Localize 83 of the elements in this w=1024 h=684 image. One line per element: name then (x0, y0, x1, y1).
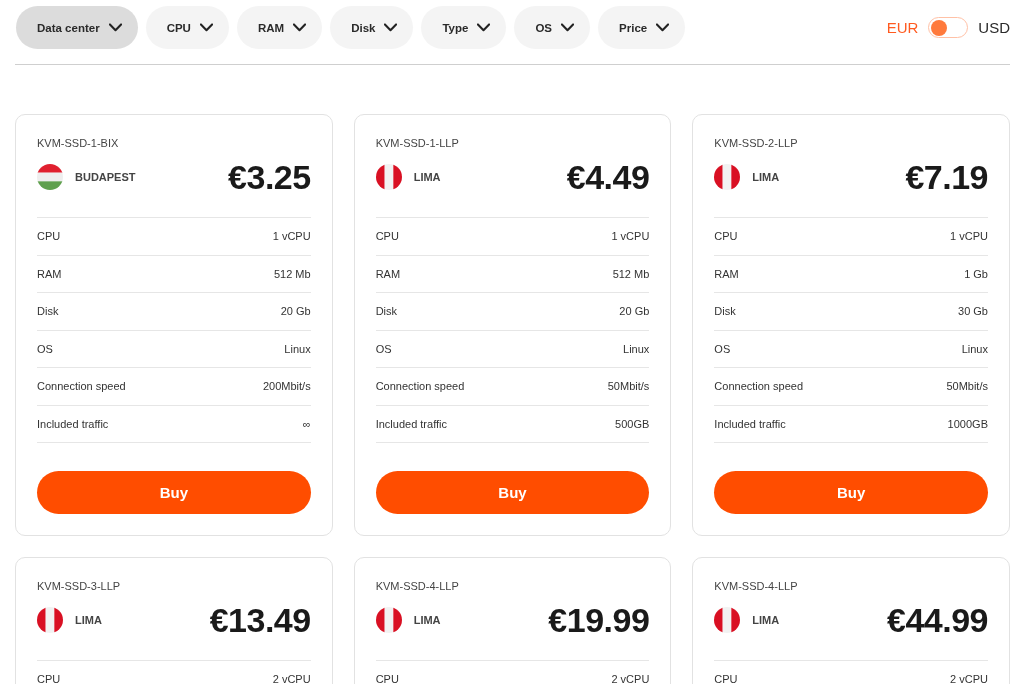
currency-toggle[interactable] (928, 17, 969, 38)
location-label: BUDAPEST (75, 171, 136, 183)
spec-value: ∞ (302, 417, 311, 430)
spec-label: Connection speed (37, 380, 126, 393)
filter-dropdown[interactable]: CPU (145, 6, 229, 49)
spec-value: 2 vCPU (611, 673, 650, 684)
flag-icon (375, 164, 402, 190)
price-text: €19.99 (548, 600, 650, 641)
location-label: LIMA (752, 171, 780, 183)
filter-dropdown[interactable]: Price (598, 6, 686, 49)
spec-label: Included traffic (375, 417, 447, 430)
chevron-down-icon (656, 23, 670, 32)
spec-value: 1 vCPU (272, 230, 311, 243)
filter-dropdown[interactable]: Type (421, 6, 507, 49)
plan-name: KVM-SSD-1-LLP (375, 136, 460, 150)
spec-label: CPU (714, 230, 738, 243)
chevron-down-icon (108, 23, 122, 32)
flag-icon (375, 607, 402, 633)
price-text: €4.49 (566, 157, 650, 198)
spec-value: 512 Mb (273, 267, 311, 280)
spec-label: OS (375, 342, 392, 355)
location-label: LIMA (75, 614, 102, 626)
chevron-down-icon (293, 23, 307, 32)
spec-value: Linux (284, 342, 311, 355)
spec-label: Included traffic (37, 417, 109, 430)
plan-name: KVM-SSD-3-LLP (37, 579, 122, 593)
location-label: LIMA (413, 171, 441, 183)
spec-label: Connection speed (714, 380, 803, 393)
spec-value: 30 Gb (958, 305, 988, 318)
currency-label[interactable]: USD (978, 19, 1010, 36)
filter-dropdown[interactable]: RAM (236, 6, 323, 49)
spec-value: 500GB (615, 417, 650, 430)
plan-name: KVM-SSD-4-LLP (714, 579, 799, 593)
spec-label: CPU (375, 673, 399, 684)
location-label: LIMA (752, 614, 780, 626)
spec-value: 50Mbit/s (946, 380, 988, 393)
spec-label: RAM (714, 267, 739, 280)
spec-label: Connection speed (375, 380, 465, 393)
spec-value: 1 Gb (964, 267, 988, 280)
spec-value: 1 vCPU (611, 230, 650, 243)
spec-value: 20 Gb (280, 305, 311, 318)
spec-value: 20 Gb (619, 305, 650, 318)
spec-label: Disk (37, 305, 59, 318)
filter-dropdown[interactable]: Data center (16, 6, 138, 49)
location-label: LIMA (413, 614, 441, 626)
flag-icon (714, 607, 741, 633)
spec-label: CPU (714, 673, 738, 684)
spec-value: 1 vCPU (950, 230, 988, 243)
spec-value: 50Mbit/s (607, 380, 650, 393)
spec-label: Disk (714, 305, 736, 318)
price-text: €3.25 (228, 157, 311, 198)
price-text: €7.19 (905, 157, 988, 198)
spec-label: Disk (375, 305, 398, 318)
flag-icon (37, 164, 63, 190)
chevron-down-icon (561, 23, 575, 32)
chevron-down-icon (199, 23, 213, 32)
plan-name: KVM-SSD-4-LLP (375, 579, 460, 593)
chevron-down-icon (477, 23, 491, 32)
spec-value: 512 Mb (612, 267, 650, 280)
spec-label: RAM (37, 267, 62, 280)
spec-value: 2 vCPU (272, 673, 311, 684)
spec-value: 200Mbit/s (262, 380, 311, 393)
spec-label: CPU (37, 230, 61, 243)
spec-label: Included traffic (714, 417, 786, 430)
spec-label: RAM (375, 267, 401, 280)
spec-value: 2 vCPU (950, 673, 988, 684)
spec-value: Linux (961, 342, 988, 355)
plan-name: KVM-SSD-2-LLP (714, 136, 799, 150)
flag-icon (37, 607, 63, 633)
chevron-down-icon (384, 23, 398, 32)
spec-label: OS (37, 342, 53, 355)
filter-dropdown[interactable]: OS (514, 6, 591, 49)
toggle-knob[interactable] (931, 19, 948, 36)
flag-icon (714, 164, 741, 190)
spec-value: 1000GB (947, 417, 988, 430)
filter-dropdown[interactable]: Disk (330, 6, 414, 49)
spec-label: OS (714, 342, 731, 355)
price-text: €13.49 (209, 600, 311, 641)
plan-name: KVM-SSD-1-BIX (37, 136, 120, 150)
spec-label: CPU (37, 673, 61, 684)
spec-label: CPU (375, 230, 399, 243)
spec-value: Linux (623, 342, 650, 355)
price-text: €44.99 (887, 600, 988, 641)
